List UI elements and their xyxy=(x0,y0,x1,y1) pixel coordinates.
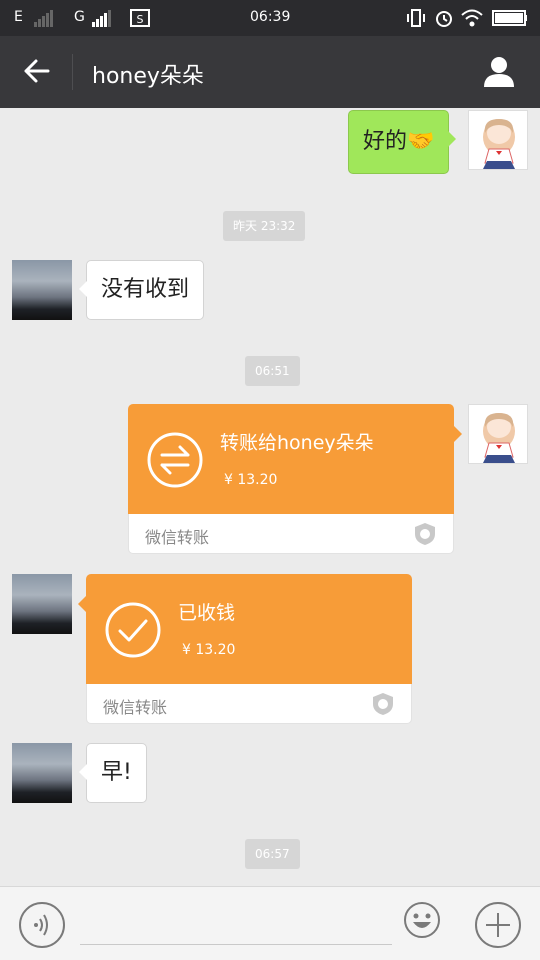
status-bar: E G S 06:39 xyxy=(0,0,540,36)
header-divider xyxy=(72,54,73,90)
timestamp: 06:57 xyxy=(245,839,300,869)
battery-icon xyxy=(492,10,527,26)
message-text: 早! xyxy=(101,760,132,785)
network-type-e: E xyxy=(14,9,23,25)
alarm-icon xyxy=(436,11,452,27)
screenshot-icon: S xyxy=(130,9,150,27)
friend-avatar[interactable] xyxy=(12,574,72,634)
received-message[interactable]: 早! xyxy=(79,743,147,803)
transfer-card-body: 转账给honey朵朵 ¥ 13.20 xyxy=(128,404,454,514)
transfer-amount: ¥ 13.20 xyxy=(182,642,236,658)
my-avatar[interactable] xyxy=(468,110,528,170)
checkmark-circle-icon xyxy=(105,602,161,658)
transfer-arrows-icon xyxy=(147,432,203,488)
transfer-card-body: 已收钱 ¥ 13.20 xyxy=(86,574,412,684)
chat-title: honey朵朵 xyxy=(92,64,204,89)
friend-avatar[interactable] xyxy=(12,743,72,803)
message-list[interactable]: 好的🤝 昨天 23:32 没有收到 06:51 转账给honey朵朵 ¥ 13.… xyxy=(0,108,540,886)
wifi-icon xyxy=(461,9,483,27)
sent-message[interactable]: 好的🤝 xyxy=(348,110,457,174)
network-type-g: G xyxy=(74,9,85,25)
back-arrow-icon[interactable] xyxy=(22,56,52,86)
vibrate-icon xyxy=(407,9,425,27)
timestamp: 06:51 xyxy=(245,356,300,386)
transfer-received-card[interactable]: 已收钱 ¥ 13.20 微信转账 xyxy=(78,574,412,724)
signal-icon-sim1 xyxy=(34,10,54,27)
voice-input-icon[interactable] xyxy=(18,901,66,949)
input-bar xyxy=(0,886,540,960)
transfer-title: 转账给honey朵朵 xyxy=(220,432,374,454)
timestamp: 昨天 23:32 xyxy=(223,211,306,241)
shield-icon xyxy=(415,523,435,545)
signal-icon-sim2 xyxy=(92,10,112,27)
message-input[interactable] xyxy=(80,901,392,945)
contact-profile-icon[interactable] xyxy=(482,54,516,88)
chat-header: honey朵朵 xyxy=(0,36,540,108)
wechat-transfer-label: 微信转账 xyxy=(103,698,168,717)
message-text: 没有收到 xyxy=(101,277,190,302)
emoji-icon[interactable] xyxy=(403,901,441,939)
shield-icon xyxy=(373,693,393,715)
transfer-title: 已收钱 xyxy=(178,602,236,624)
received-message[interactable]: 没有收到 xyxy=(78,260,205,320)
transfer-card-footer: 微信转账 xyxy=(128,514,454,554)
message-text: 好的🤝 xyxy=(363,129,435,154)
transfer-card-footer: 微信转账 xyxy=(86,684,412,724)
clock: 06:39 xyxy=(250,9,291,25)
anime-girl-avatar-icon xyxy=(483,119,515,169)
anime-girl-avatar-icon xyxy=(483,413,515,463)
transfer-sent-card[interactable]: 转账给honey朵朵 ¥ 13.20 微信转账 xyxy=(128,404,462,554)
my-avatar[interactable] xyxy=(468,404,528,464)
wechat-transfer-label: 微信转账 xyxy=(145,528,210,547)
friend-avatar[interactable] xyxy=(12,260,72,320)
more-options-plus-icon[interactable] xyxy=(474,901,522,949)
svg-text:S: S xyxy=(137,13,144,26)
transfer-amount: ¥ 13.20 xyxy=(224,472,278,488)
